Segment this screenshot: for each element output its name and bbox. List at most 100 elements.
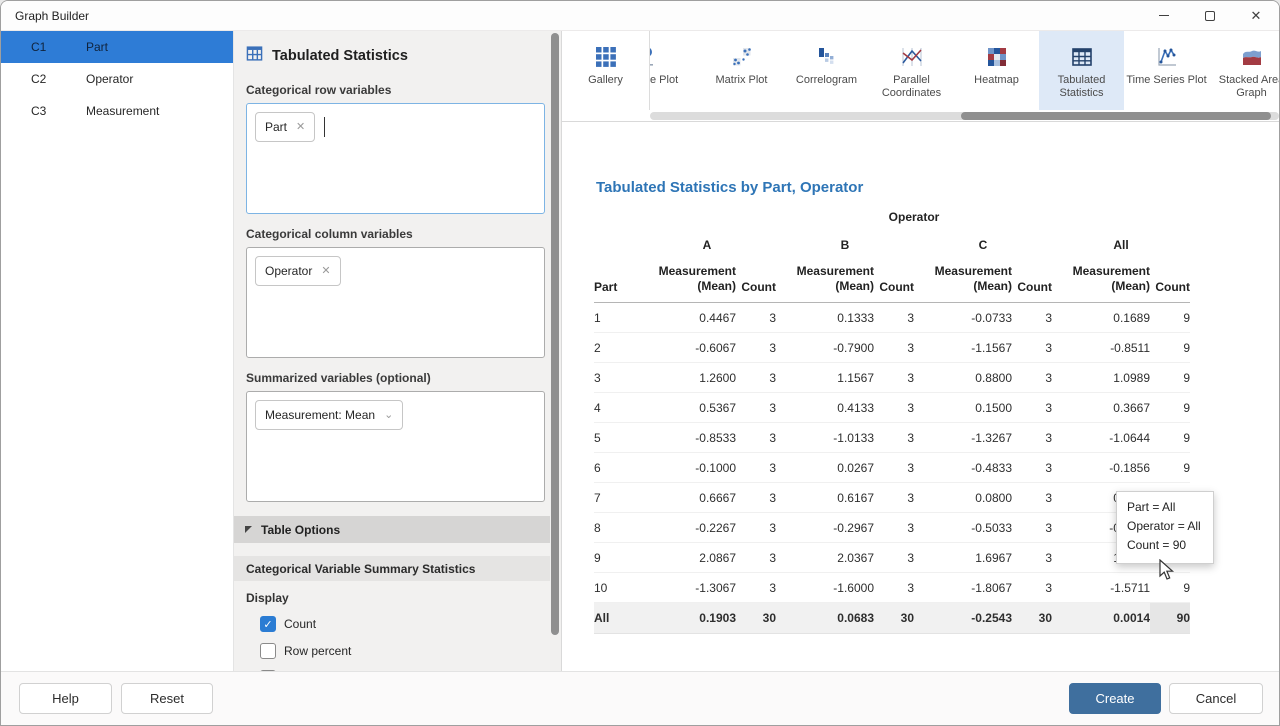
- table-row: 8-0.22673-0.29673-0.50333-0.34229: [594, 513, 1190, 543]
- mean-cell: 2.0867: [638, 543, 736, 573]
- table-options-header[interactable]: Table Options: [234, 516, 551, 543]
- display-label: Display: [246, 591, 561, 605]
- gallery-scrollbar[interactable]: [650, 112, 1279, 120]
- gallery-item-stacked-area-graph[interactable]: Stacked Area Graph: [1209, 31, 1280, 110]
- count-cell: 3: [874, 363, 914, 393]
- cancel-button[interactable]: Cancel: [1169, 683, 1263, 714]
- table-row: 31.260031.156730.880031.09899: [594, 363, 1190, 393]
- gallery-item-label: Stacked Area Graph: [1209, 74, 1280, 100]
- gallery-items: e PlotMatrix PlotCorrelogramParallel Coo…: [589, 31, 1280, 110]
- window-title: Graph Builder: [1, 9, 89, 23]
- gallery-scrollbar-thumb[interactable]: [961, 112, 1272, 120]
- maximize-button[interactable]: [1187, 1, 1233, 30]
- row-variables-input[interactable]: Part ✕: [246, 103, 545, 214]
- builder-scrollbar[interactable]: [550, 31, 561, 671]
- mean-cell: 2.0367: [776, 543, 874, 573]
- mean-cell: 0.4467: [638, 303, 736, 333]
- mean-cell: 0.1903: [638, 603, 736, 634]
- count-cell: 9: [1150, 423, 1190, 453]
- create-button[interactable]: Create: [1069, 683, 1161, 714]
- mean-header-line1: Measurement: [638, 264, 736, 279]
- count-header: Count: [1012, 264, 1052, 303]
- column-variables-input[interactable]: Operator✕: [246, 247, 545, 358]
- mean-cell: -0.5033: [914, 513, 1012, 543]
- gallery-item-label: Matrix Plot: [716, 74, 768, 87]
- tooltip-line: Count = 90: [1127, 536, 1201, 555]
- mean-cell: -1.5711: [1052, 573, 1150, 603]
- chevron-down-icon[interactable]: ⌄: [384, 410, 393, 421]
- count-cell: 3: [874, 483, 914, 513]
- count-cell: 3: [874, 453, 914, 483]
- checkbox-label: Count: [284, 617, 316, 631]
- title-bar: Graph Builder ✕: [1, 1, 1279, 31]
- sidebar-item-measurement[interactable]: C3Measurement: [1, 95, 233, 127]
- checkbox-row-percent[interactable]: Row percent: [260, 643, 561, 659]
- results-title: Tabulated Statistics by Part, Operator: [596, 179, 863, 196]
- table-operator-header-row: Operator: [594, 204, 1190, 234]
- mean-cell: 0.8800: [914, 363, 1012, 393]
- gallery-item-tabulated-statistics[interactable]: Tabulated Statistics: [1039, 31, 1124, 110]
- mean-cell: 0.4133: [776, 393, 874, 423]
- gallery-button[interactable]: Gallery: [562, 31, 650, 110]
- count-cell: 3: [874, 333, 914, 363]
- reset-button[interactable]: Reset: [121, 683, 213, 714]
- mean-cell: 1.6967: [914, 543, 1012, 573]
- column-name: Operator: [86, 72, 133, 86]
- gallery-item-time-series-plot[interactable]: Time Series Plot: [1124, 31, 1209, 110]
- variable-chip-measurement-mean[interactable]: Measurement: Mean⌄: [255, 400, 403, 430]
- count-cell: 30: [874, 603, 914, 634]
- tabulated-statistics-icon: [246, 45, 263, 66]
- mean-cell: 0.3667: [1052, 393, 1150, 423]
- part-cell: 7: [594, 483, 638, 513]
- checkbox-unchecked-icon[interactable]: [260, 643, 276, 659]
- sidebar-item-part[interactable]: C1Part: [1, 31, 233, 63]
- count-header: Count: [874, 264, 914, 303]
- mean-header-line2: (Mean): [638, 279, 736, 294]
- mean-cell: -1.3067: [638, 573, 736, 603]
- part-cell: 1: [594, 303, 638, 333]
- summarized-variables-label: Summarized variables (optional): [246, 371, 561, 385]
- part-cell: 8: [594, 513, 638, 543]
- count-cell: 3: [1012, 333, 1052, 363]
- checkbox-count[interactable]: ✓ Count: [260, 616, 561, 632]
- mean-cell: -0.8533: [638, 423, 736, 453]
- count-cell: 3: [1012, 393, 1052, 423]
- close-button[interactable]: ✕: [1233, 1, 1279, 30]
- checkbox-checked-icon[interactable]: ✓: [260, 616, 276, 632]
- tooltip-line: Part = All: [1127, 498, 1201, 517]
- gallery-item-correlogram[interactable]: Correlogram: [784, 31, 869, 110]
- summarized-variables-input[interactable]: Measurement: Mean⌄: [246, 391, 545, 502]
- gallery-item-parallel-coordinates[interactable]: Parallel Coordinates: [869, 31, 954, 110]
- count-cell: 30: [736, 603, 776, 634]
- gallery-item-label: Gallery: [588, 74, 623, 87]
- builder-scrollbar-thumb[interactable]: [551, 33, 559, 635]
- count-cell: 9: [1150, 363, 1190, 393]
- remove-icon[interactable]: ✕: [321, 266, 330, 277]
- sidebar-item-operator[interactable]: C2Operator: [1, 63, 233, 95]
- cell-tooltip: Part = AllOperator = AllCount = 90: [1116, 491, 1214, 564]
- variable-chip-operator[interactable]: Operator✕: [255, 256, 341, 286]
- gallery-item-heatmap[interactable]: Heatmap: [954, 31, 1039, 110]
- mean-header-line1: Measurement: [1052, 264, 1150, 279]
- builder-header: Tabulated Statistics: [234, 31, 561, 70]
- gallery-item-matrix-plot[interactable]: Matrix Plot: [699, 31, 784, 110]
- chip-label: Part: [265, 120, 287, 134]
- spacer-cell: [594, 204, 638, 234]
- variable-chip-part[interactable]: Part ✕: [255, 112, 315, 142]
- mean-cell: 1.0989: [1052, 363, 1150, 393]
- table-row: 70.666730.616730.080030.45449: [594, 483, 1190, 513]
- summary-statistics-heading: Categorical Variable Summary Statistics: [234, 556, 551, 581]
- count-cell: 3: [1012, 543, 1052, 573]
- column-id: C1: [1, 40, 86, 54]
- count-cell: 3: [736, 513, 776, 543]
- remove-icon[interactable]: ✕: [296, 122, 305, 133]
- count-cell: 3: [736, 453, 776, 483]
- footer-bar: Help Reset Create Cancel: [1, 671, 1279, 725]
- stacked-area-graph-icon: [1240, 44, 1264, 70]
- help-button[interactable]: Help: [19, 683, 112, 714]
- table-options-label: Table Options: [261, 523, 340, 537]
- minimize-button[interactable]: [1141, 1, 1187, 30]
- part-header: Part: [594, 264, 638, 303]
- spacer-cell: [594, 234, 638, 264]
- mean-cell: -0.7900: [776, 333, 874, 363]
